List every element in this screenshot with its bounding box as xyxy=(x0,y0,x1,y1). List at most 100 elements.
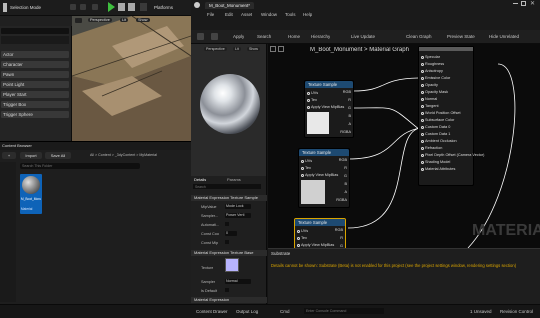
section-header[interactable]: Material Expression Texture Sample xyxy=(191,195,267,201)
node-input-pin[interactable]: Tex xyxy=(307,98,317,102)
revision-control-button[interactable]: Revision Control xyxy=(500,309,533,314)
place-actor-item[interactable]: Point Light xyxy=(1,81,69,88)
node-input-pin[interactable]: Apply View MipBias xyxy=(297,243,334,247)
sources-panel[interactable] xyxy=(0,162,16,302)
minimize-icon[interactable] xyxy=(513,3,518,4)
hide-unrelated-button[interactable]: Hide Unrelated xyxy=(489,34,519,39)
node-input-pin[interactable]: Apply View MipBias xyxy=(301,173,338,177)
material-pin[interactable]: Ambient Occlusion xyxy=(421,139,457,143)
save-button[interactable] xyxy=(197,33,204,40)
close-icon[interactable]: ✕ xyxy=(530,0,535,7)
details-search-input[interactable] xyxy=(193,184,261,189)
material-pin[interactable]: Anisotropy xyxy=(421,69,443,73)
launch-icon[interactable] xyxy=(140,3,147,11)
node-input-pin[interactable]: Apply View MipBias xyxy=(307,105,344,109)
preview-state-button[interactable]: Preview State xyxy=(447,34,475,39)
cmd-dropdown[interactable]: Cmd xyxy=(280,309,290,314)
preview-show-button[interactable]: Show xyxy=(247,47,260,51)
menu-help[interactable]: Help xyxy=(303,12,312,17)
breadcrumb-graph[interactable]: Material Graph xyxy=(369,47,409,53)
show-button[interactable]: Show xyxy=(136,18,150,22)
material-pin[interactable]: Specular xyxy=(421,55,440,59)
material-pin[interactable]: Pixel Depth Offset (Camera Vector) xyxy=(421,153,484,157)
material-pin[interactable]: Refraction xyxy=(421,146,442,150)
output-log-button[interactable]: Output Log xyxy=(236,309,258,314)
asset-tile[interactable]: M_Boot_Monument Material xyxy=(20,174,42,214)
content-browser-tab[interactable]: Content Browser xyxy=(2,143,32,148)
node-input-pin[interactable]: Tex xyxy=(301,166,311,170)
node-output-pin[interactable]: R xyxy=(340,236,343,240)
place-actor-item[interactable]: Trigger Box xyxy=(1,101,69,108)
material-pin[interactable]: Shading Model xyxy=(421,160,450,164)
material-graph[interactable]: M_Boot_Monument > Material Graph Texture… xyxy=(268,44,540,248)
property-dropdown[interactable]: Normal xyxy=(225,279,251,284)
node-output-pin[interactable]: RGBA xyxy=(340,130,351,134)
section-header[interactable]: Material Expression xyxy=(191,297,267,303)
node-output-pin[interactable]: RGB xyxy=(343,90,351,94)
viewport-menu-icon[interactable] xyxy=(75,18,82,23)
perspective-button[interactable]: Perspective xyxy=(88,18,112,22)
live-update-button[interactable]: Live Update xyxy=(351,34,375,39)
node-input-pin[interactable]: UVs xyxy=(301,159,312,163)
property-checkbox[interactable] xyxy=(225,240,229,244)
place-actor-item[interactable]: Character xyxy=(1,61,69,68)
breadcrumb-item[interactable]: MyMaterial xyxy=(139,153,157,157)
node-input-pin[interactable]: UVs xyxy=(307,91,318,95)
breadcrumb-item[interactable]: Content xyxy=(98,153,111,157)
maximize-icon[interactable] xyxy=(521,1,526,6)
stop-icon[interactable] xyxy=(128,3,135,11)
material-pin[interactable]: Subsurface Color xyxy=(421,118,454,122)
back-icon[interactable] xyxy=(270,46,276,52)
params-tab[interactable]: Params xyxy=(227,177,241,182)
property-dropdown[interactable]: Power Verti xyxy=(225,213,251,218)
place-actor-item[interactable]: Player Start xyxy=(1,91,69,98)
blueprint-icon[interactable] xyxy=(92,4,98,10)
node-output-pin[interactable]: B xyxy=(344,182,347,186)
details-tab[interactable]: Details xyxy=(194,177,206,182)
node-output-pin[interactable]: A xyxy=(348,122,351,126)
pause-icon[interactable] xyxy=(118,3,125,11)
node-output-pin[interactable]: RGB xyxy=(335,228,343,232)
node-output-pin[interactable]: RGBA xyxy=(336,198,347,202)
node-output-pin[interactable]: R xyxy=(344,166,347,170)
material-pin[interactable]: Material Attributes xyxy=(421,167,455,171)
material-pin[interactable]: Normal xyxy=(421,97,437,101)
substrate-tab[interactable]: Substrate xyxy=(271,251,290,256)
property-number[interactable]: 0 xyxy=(225,231,237,236)
section-header[interactable]: Material Expression Texture Base xyxy=(191,250,267,256)
material-preview-viewport[interactable]: Perspective Lit Show xyxy=(191,44,267,176)
unsaved-indicator[interactable]: 1 Unsaved xyxy=(470,309,492,314)
import-button[interactable]: Import xyxy=(20,152,42,159)
actor-search-input[interactable] xyxy=(1,28,69,34)
content-drawer-button[interactable]: Content Drawer xyxy=(196,309,228,314)
node-output-pin[interactable]: G xyxy=(344,174,347,178)
save-all-button[interactable]: Save All xyxy=(45,152,71,159)
level-viewport[interactable]: Perspective Lit Show xyxy=(72,16,191,141)
add-icon[interactable] xyxy=(80,4,86,10)
texture-sample-node[interactable]: Texture Sample UVs Tex Apply View MipBia… xyxy=(294,218,346,248)
place-actor-item[interactable]: Trigger Sphere xyxy=(1,111,69,118)
hierarchy-button[interactable]: Hierarchy xyxy=(311,34,330,39)
preview-perspective-button[interactable]: Perspective xyxy=(204,47,227,51)
console-input[interactable] xyxy=(304,308,384,314)
clean-graph-button[interactable]: Clean Graph xyxy=(406,34,432,39)
play-icon[interactable] xyxy=(108,2,115,12)
material-pin[interactable]: World Position Offset xyxy=(421,111,461,115)
node-output-pin[interactable]: A xyxy=(344,190,347,194)
node-input-pin[interactable]: Tex xyxy=(297,236,307,240)
texture-sample-node[interactable]: Texture Sample UVs Tex Apply View MipBia… xyxy=(304,80,354,138)
lit-button[interactable]: Lit xyxy=(120,18,129,22)
node-output-pin[interactable]: R xyxy=(348,98,351,102)
actor-tabs[interactable] xyxy=(1,36,69,44)
add-button[interactable]: + xyxy=(2,152,16,159)
node-output-pin[interactable]: RGB xyxy=(339,158,347,162)
material-pin[interactable]: Emissive Color xyxy=(421,76,450,80)
material-pin[interactable]: Tangent xyxy=(421,104,439,108)
property-dropdown[interactable]: Mode Lock xyxy=(225,204,251,209)
menu-tools[interactable]: Tools xyxy=(285,12,296,17)
texture-thumbnail[interactable] xyxy=(225,258,239,272)
selection-mode-button[interactable]: Selection Mode xyxy=(10,5,41,10)
search-button[interactable]: Search xyxy=(257,34,271,39)
forward-icon[interactable] xyxy=(278,46,284,52)
material-output-node[interactable]: Specular Roughness Anisotropy Emissive C… xyxy=(418,46,484,186)
